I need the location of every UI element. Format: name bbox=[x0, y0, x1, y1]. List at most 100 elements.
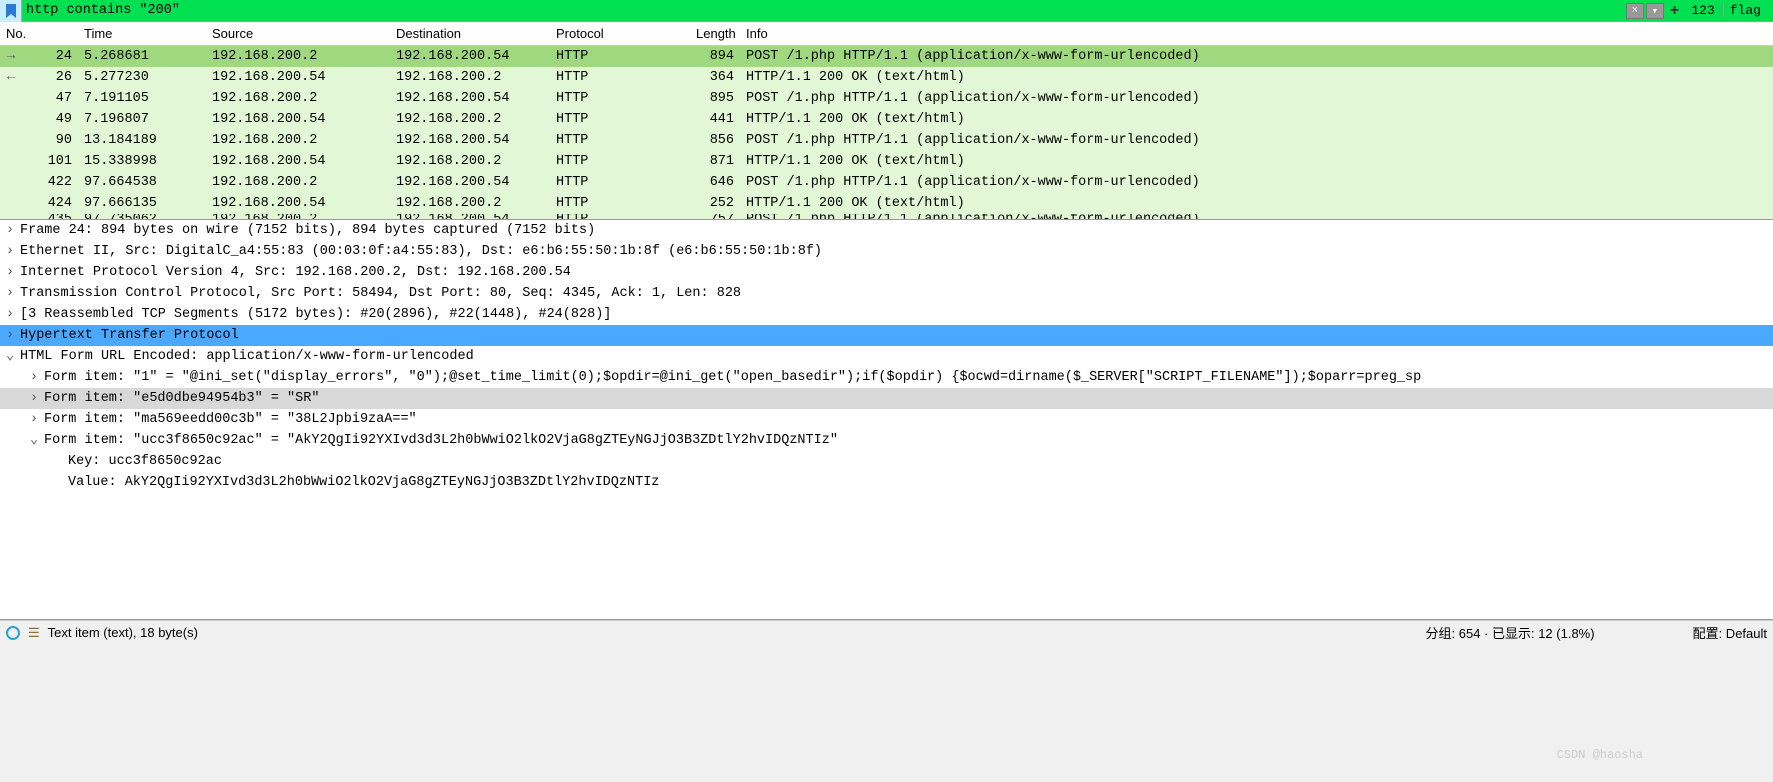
chevron-right-icon[interactable]: › bbox=[6, 283, 20, 304]
tree-reasm-label: [3 Reassembled TCP Segments (5172 bytes)… bbox=[20, 307, 611, 322]
col-source[interactable]: Source bbox=[206, 24, 390, 43]
status-mid: 分组: 654 · 已显示: 12 (1.8%) bbox=[1426, 623, 1693, 642]
chevron-down-icon[interactable]: ⌄ bbox=[30, 430, 44, 451]
tree-form-item-4-key[interactable]: Key: ucc3f8650c92ac bbox=[0, 451, 1773, 472]
chevron-right-icon[interactable]: › bbox=[6, 325, 20, 346]
packet-row[interactable]: 10115.338998192.168.200.54192.168.200.2H… bbox=[0, 151, 1773, 172]
cell-destination: 192.168.200.2 bbox=[390, 154, 550, 169]
cell-no: 49 bbox=[22, 112, 78, 127]
cell-source: 192.168.200.54 bbox=[206, 196, 390, 211]
packet-list-header: No. Time Source Destination Protocol Len… bbox=[0, 22, 1773, 46]
tree-form-item-4-value[interactable]: Value: AkY2QgIi92YXIvd3d3L2h0bWwiO2lkO2V… bbox=[0, 472, 1773, 493]
tree-form-header[interactable]: ⌄HTML Form URL Encoded: application/x-ww… bbox=[0, 346, 1773, 367]
tree-ethernet[interactable]: ›Ethernet II, Src: DigitalC_a4:55:83 (00… bbox=[0, 241, 1773, 262]
filter-toolbar: × ▾ + 123 flag bbox=[0, 0, 1773, 22]
chevron-right-icon[interactable]: › bbox=[30, 388, 44, 409]
col-time[interactable]: Time bbox=[78, 24, 206, 43]
cell-time: 5.268681 bbox=[78, 49, 206, 64]
cell-info: HTTP/1.1 200 OK (text/html) bbox=[740, 154, 1773, 169]
tree-tcp-label: Transmission Control Protocol, Src Port:… bbox=[20, 286, 741, 301]
chevron-right-icon[interactable]: › bbox=[6, 304, 20, 325]
bookmark-icon[interactable] bbox=[0, 0, 22, 22]
tree-form4-label: Form item: "ucc3f8650c92ac" = "AkY2QgIi9… bbox=[44, 433, 838, 448]
tree-form-item-3[interactable]: ›Form item: "ma569eedd00c3b" = "38L2Jpbi… bbox=[0, 409, 1773, 430]
add-filter-icon[interactable]: + bbox=[1666, 2, 1684, 20]
cell-length: 871 bbox=[690, 154, 740, 169]
cell-destination: 192.168.200.54 bbox=[390, 91, 550, 106]
cell-no: 424 bbox=[22, 196, 78, 211]
col-info[interactable]: Info bbox=[740, 24, 1773, 43]
tree-ip[interactable]: ›Internet Protocol Version 4, Src: 192.1… bbox=[0, 262, 1773, 283]
packet-row[interactable]: 497.196807192.168.200.54192.168.200.2 HTT… bbox=[0, 109, 1773, 130]
cell-destination: 192.168.200.54 bbox=[390, 133, 550, 148]
packet-details-pane[interactable]: ›Frame 24: 894 bytes on wire (7152 bits)… bbox=[0, 220, 1773, 620]
cell-no: 47 bbox=[22, 91, 78, 106]
chevron-right-icon[interactable]: › bbox=[6, 220, 20, 241]
tree-http[interactable]: ›Hypertext Transfer Protocol bbox=[0, 325, 1773, 346]
chevron-right-icon[interactable]: › bbox=[30, 409, 44, 430]
packet-row[interactable]: →245.268681192.168.200.2192.168.200.54HT… bbox=[0, 46, 1773, 67]
status-right[interactable]: 配置: Default bbox=[1693, 623, 1767, 642]
tree-form-item-2[interactable]: ›Form item: "e5d0dbe94954b3" = "SR" bbox=[0, 388, 1773, 409]
col-length[interactable]: Length bbox=[690, 24, 740, 43]
tree-form-item-1[interactable]: ›Form item: "1" = "@ini_set("display_err… bbox=[0, 367, 1773, 388]
packet-row[interactable]: 42497.666135192.168.200.54192.168.200.2H… bbox=[0, 193, 1773, 214]
cell-no: 24 bbox=[22, 49, 78, 64]
filter-bookmark-flag[interactable]: flag bbox=[1723, 3, 1767, 18]
cell-time: 7.196807 bbox=[78, 112, 206, 127]
chevron-right-icon[interactable]: › bbox=[30, 367, 44, 388]
col-protocol[interactable]: Protocol bbox=[550, 24, 690, 43]
packet-arrow-icon: → bbox=[0, 49, 22, 64]
cell-destination: 192.168.200.2 bbox=[390, 112, 550, 127]
tree-reassembled[interactable]: ›[3 Reassembled TCP Segments (5172 bytes… bbox=[0, 304, 1773, 325]
chevron-right-icon[interactable]: › bbox=[6, 262, 20, 283]
menu-icon[interactable]: ☰ bbox=[28, 625, 40, 641]
col-no[interactable]: No. bbox=[0, 24, 78, 43]
cell-source: 192.168.200.54 bbox=[206, 154, 390, 169]
tree-ip-label: Internet Protocol Version 4, Src: 192.16… bbox=[20, 265, 571, 280]
packet-row[interactable]: 9013.184189192.168.200.2192.168.200.54HT… bbox=[0, 130, 1773, 151]
tree-frame[interactable]: ›Frame 24: 894 bytes on wire (7152 bits)… bbox=[0, 220, 1773, 241]
packet-row[interactable]: 477.191105192.168.200.2192.168.200.54HTT… bbox=[0, 88, 1773, 109]
packet-row[interactable]: ←265.277230192.168.200.54192.168.200.2HT… bbox=[0, 67, 1773, 88]
tree-form-hdr-label: HTML Form URL Encoded: application/x-www… bbox=[20, 349, 474, 364]
chevron-right-icon[interactable]: › bbox=[6, 241, 20, 262]
cell-info: POST /1.php HTTP/1.1 (application/x-www-… bbox=[740, 133, 1773, 148]
recent-filters-icon[interactable]: ▾ bbox=[1646, 3, 1664, 19]
cell-destination: 192.168.200.54 bbox=[390, 175, 550, 190]
display-filter-input[interactable] bbox=[22, 1, 1626, 20]
cell-length: 252 bbox=[690, 196, 740, 211]
tree-tcp[interactable]: ›Transmission Control Protocol, Src Port… bbox=[0, 283, 1773, 304]
cell-protocol: HTTP bbox=[550, 154, 690, 169]
cell-no: 422 bbox=[22, 175, 78, 190]
status-bar: ☰ Text item (text), 18 byte(s) 分组: 654 ·… bbox=[0, 620, 1773, 644]
cell-info: POST /1.php HTTP/1.1 (application/x-www-… bbox=[740, 175, 1773, 190]
expert-info-icon[interactable] bbox=[6, 626, 20, 640]
cell-info: POST /1.php HTTP/1.1 (application/x-www-… bbox=[740, 91, 1773, 106]
cell-length: 364 bbox=[690, 70, 740, 85]
filter-bookmark-123[interactable]: 123 bbox=[1685, 3, 1720, 18]
cell-protocol: HTTP bbox=[550, 49, 690, 64]
clear-filter-icon[interactable]: × bbox=[1626, 3, 1644, 19]
cell-destination: 192.168.200.2 bbox=[390, 196, 550, 211]
packet-list-pane[interactable]: No. Time Source Destination Protocol Len… bbox=[0, 22, 1773, 220]
cell-length: 894 bbox=[690, 49, 740, 64]
cell-time: 5.277230 bbox=[78, 70, 206, 85]
tree-form4-val-label: Value: AkY2QgIi92YXIvd3d3L2h0bWwiO2lkO2V… bbox=[68, 475, 659, 490]
col-destination[interactable]: Destination bbox=[390, 24, 550, 43]
tree-form-item-4[interactable]: ⌄Form item: "ucc3f8650c92ac" = "AkY2QgIi… bbox=[0, 430, 1773, 451]
cell-source: 192.168.200.54 bbox=[206, 70, 390, 85]
cell-length: 895 bbox=[690, 91, 740, 106]
tree-form4-key-label: Key: ucc3f8650c92ac bbox=[68, 454, 222, 469]
packet-row[interactable]: 42297.664538192.168.200.2192.168.200.54H… bbox=[0, 172, 1773, 193]
cell-info: HTTP/1.1 200 OK (text/html) bbox=[740, 70, 1773, 85]
packet-list-body: →245.268681192.168.200.2192.168.200.54HT… bbox=[0, 46, 1773, 220]
cell-no: 101 bbox=[22, 154, 78, 169]
cell-time: 15.338998 bbox=[78, 154, 206, 169]
cell-info: HTTP/1.1 200 OK (text/html) bbox=[740, 112, 1773, 127]
chevron-down-icon[interactable]: ⌄ bbox=[6, 346, 20, 367]
tree-form3-label: Form item: "ma569eedd00c3b" = "38L2Jpbi9… bbox=[44, 412, 417, 427]
cell-no: 90 bbox=[22, 133, 78, 148]
cell-time: 13.184189 bbox=[78, 133, 206, 148]
cell-source: 192.168.200.54 bbox=[206, 112, 390, 127]
